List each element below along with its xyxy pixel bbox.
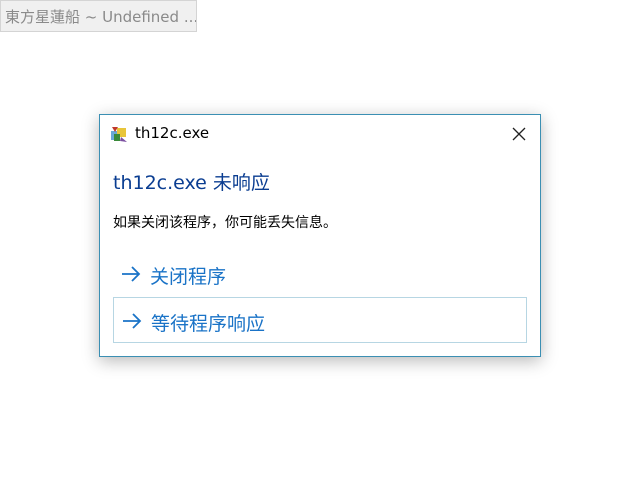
taskbar-window-button[interactable]: 東方星蓮船 ~ Undefined ...: [0, 0, 197, 32]
close-program-label: 关闭程序: [150, 266, 227, 288]
close-program-button[interactable]: 关闭程序: [113, 251, 527, 297]
close-button[interactable]: [506, 121, 532, 147]
taskbar-window-label: 東方星蓮船 ~ Undefined ...: [5, 8, 197, 26]
wait-for-program-button[interactable]: 等待程序响应: [113, 297, 527, 343]
close-icon: [512, 127, 526, 141]
dialog-titlebar: th12c.exe: [100, 115, 540, 153]
dialog-message: 如果关闭该程序，你可能丢失信息。: [113, 215, 337, 231]
app-icon: [110, 125, 128, 143]
not-responding-dialog: th12c.exe th12c.exe 未响应 如果关闭该程序，你可能丢失信息。…: [99, 114, 541, 357]
arrow-right-icon: [123, 313, 142, 329]
wait-for-program-label: 等待程序响应: [151, 313, 266, 335]
dialog-heading: th12c.exe 未响应: [113, 172, 270, 194]
arrow-right-icon: [122, 266, 141, 282]
dialog-title: th12c.exe: [135, 124, 210, 142]
